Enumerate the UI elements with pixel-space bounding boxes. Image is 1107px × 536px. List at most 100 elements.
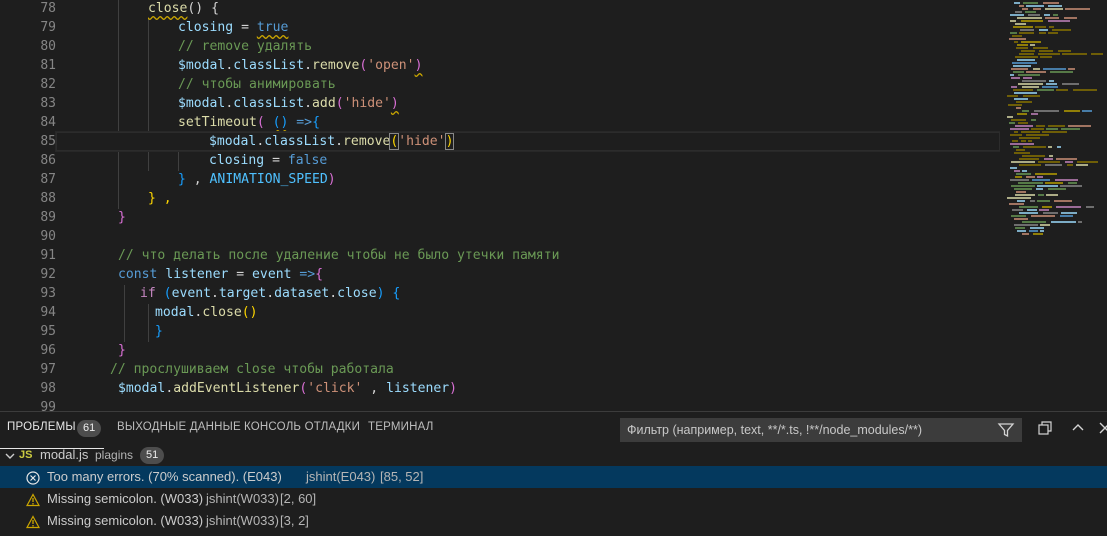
minimap-line [1012, 140, 1018, 142]
code-line[interactable]: setTimeout( () =>{ [0, 113, 1000, 132]
minimap-line [1029, 230, 1038, 232]
minimap-line [1011, 185, 1035, 187]
minimap-line [1022, 170, 1027, 172]
code-line[interactable]: modal.close() [0, 303, 1000, 322]
minimap-line [1010, 143, 1034, 145]
code-token: classList [233, 58, 305, 73]
tab-output[interactable]: ВЫХОДНЫЕ ДАННЫЕ [117, 421, 241, 433]
minimap-line [1022, 80, 1046, 82]
minimap-line [1019, 32, 1034, 34]
code-token: , [362, 381, 387, 396]
minimap-line [1014, 2, 1020, 4]
tab-problems[interactable]: ПРОБЛЕМЫ [7, 421, 76, 433]
minimap-line [1012, 62, 1037, 64]
code-editor[interactable]: 78 79 80 81 82 83 84 85 86 87 88 89 90 91 92 93 94 95 96 97… [0, 0, 1107, 411]
code-token: $modal [178, 96, 226, 111]
code-line[interactable]: } , ANIMATION_SPEED) [0, 170, 1000, 189]
minimap-line [1015, 11, 1022, 13]
code-token: listener [386, 381, 450, 396]
problem-item[interactable]: Missing semicolon. (W033) jshint(W033) [… [0, 488, 1107, 510]
minimap-line [1019, 137, 1040, 139]
code-line[interactable]: closing = true [0, 18, 1000, 37]
filter-icon[interactable] [995, 419, 1017, 441]
tab-terminal[interactable]: ТЕРМИНАЛ [368, 421, 433, 433]
code-token: = [228, 267, 253, 282]
minimap-line [1061, 128, 1080, 130]
problem-item[interactable]: Too many errors. (70% scanned). (E043) j… [0, 466, 1107, 488]
code-line[interactable]: // чтобы анимировать [0, 75, 1000, 94]
code-token: } [155, 324, 163, 339]
minimap-line [1008, 104, 1022, 106]
minimap-line [1043, 68, 1066, 70]
code-line[interactable]: $modal.classList.remove('open') [0, 56, 1000, 75]
minimap-line [1058, 50, 1071, 52]
minimap-line [1010, 134, 1022, 136]
chevron-up-icon[interactable] [1067, 417, 1089, 439]
code-line[interactable]: $modal.classList.remove('hide') [0, 132, 1000, 151]
minimap-line [1007, 116, 1013, 118]
minimap-line [1023, 146, 1046, 148]
code-line[interactable]: } , [0, 189, 1000, 208]
minimap-line [1015, 23, 1026, 25]
code-line[interactable]: // что делать после удаление чтобы не бы… [0, 246, 1000, 265]
minimap-line [1068, 125, 1091, 127]
minimap-line [1017, 17, 1042, 19]
minimap-line [1013, 26, 1033, 28]
problem-source: jshint(W033) [206, 513, 279, 528]
code-token: ) [390, 96, 399, 111]
problem-item[interactable]: Missing semicolon. (W033) jshint(W033) [… [0, 510, 1107, 532]
close-icon[interactable] [1094, 417, 1107, 439]
file-name: modal.js [40, 447, 89, 462]
minimap-line [1023, 95, 1040, 97]
minimap-line [1035, 26, 1046, 28]
minimap-line [1019, 158, 1039, 160]
code-line[interactable]: } [0, 208, 1000, 227]
minimap-line [1064, 110, 1080, 112]
code-token: classList [264, 134, 336, 149]
minimap-line [1060, 185, 1082, 187]
code-token: 'click' [307, 381, 363, 396]
minimap-line [1022, 233, 1029, 235]
minimap-line [1018, 74, 1040, 76]
code-token: . [210, 286, 219, 301]
minimap-line [1014, 92, 1037, 94]
minimap-line [1026, 71, 1046, 73]
code-line[interactable]: } [0, 322, 1000, 341]
code-token: => [288, 115, 313, 130]
minimap-line [1033, 8, 1041, 10]
code-line[interactable]: if (event.target.dataset.close) { [0, 284, 1000, 303]
minimap-line [1046, 128, 1058, 130]
code-line[interactable]: // прослушиваем close чтобы работала [0, 360, 1000, 379]
minimap-line [1010, 32, 1017, 34]
minimap-line [1031, 113, 1038, 115]
code-line[interactable]: $modal.addEventListener('click' , listen… [0, 379, 1000, 398]
code-line[interactable]: $modal.classList.add('hide') [0, 94, 1000, 113]
minimap-line [1017, 230, 1026, 232]
code-token: { [312, 115, 320, 130]
code-comment: // прослушиваем close чтобы работала [110, 362, 394, 377]
filter-input[interactable] [627, 421, 997, 439]
minimap-line [1014, 188, 1032, 190]
minimap-line [1015, 125, 1033, 127]
chevron-down-icon[interactable] [3, 448, 17, 462]
minimap-line [1038, 53, 1060, 55]
code-line[interactable]: } [0, 341, 1000, 360]
collapse-all-icon[interactable] [1034, 417, 1056, 439]
tab-debug-console[interactable]: КОНСОЛЬ ОТЛАДКИ [244, 421, 360, 433]
minimap-line [1023, 77, 1032, 79]
minimap-line [1038, 194, 1044, 196]
minimap[interactable] [1003, 0, 1107, 411]
minimap-line [1012, 209, 1023, 211]
code-line[interactable]: close() { [0, 0, 1000, 18]
minimap-line [1031, 128, 1044, 130]
code-token: add [312, 96, 336, 111]
code-line[interactable]: // remove удалять [0, 37, 1000, 56]
code-line[interactable]: closing = false [0, 151, 1000, 170]
code-token: target [218, 286, 267, 301]
code-token: . [266, 286, 275, 301]
code-token: () [272, 115, 289, 130]
problems-file-group[interactable]: JS modal.js plagins 51 [0, 444, 1107, 466]
minimap-line [1007, 197, 1031, 199]
code-line[interactable]: const listener = event =>{ [0, 265, 1000, 284]
code-token: } [118, 343, 126, 358]
